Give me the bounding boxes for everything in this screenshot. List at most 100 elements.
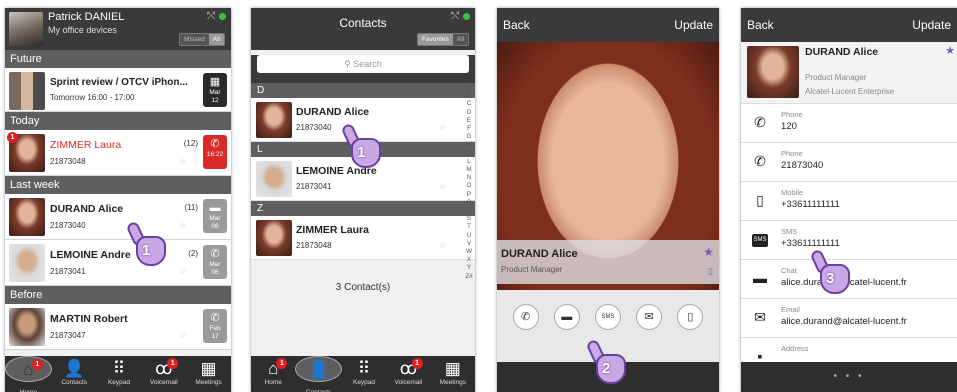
- field-value: alice.durand@alcatel-lucent.fr: [781, 316, 907, 327]
- tab-bar: ⌂Home1 👤Contacts ⠿Keypad ꝏVoicemail 1 ▦Me…: [251, 356, 475, 392]
- section-future: Future: [5, 50, 231, 68]
- mobile-button[interactable]: ▯: [677, 304, 704, 330]
- tab-home[interactable]: ⌂Home1: [5, 356, 52, 392]
- date-month: Mar: [209, 89, 221, 96]
- meeting-time: Tomorrow 16:00 - 17:00: [50, 93, 135, 102]
- field-value: +33611111111: [781, 238, 840, 249]
- field-phone[interactable]: ✆ Phone 21873040: [741, 143, 957, 182]
- call-tile[interactable]: ✆ Feb 17: [203, 309, 227, 343]
- tab-label: Meetings: [439, 379, 467, 386]
- field-phone[interactable]: ✆ Phone 120: [741, 104, 957, 143]
- alphabet-index[interactable]: ABCDEFGHIJKLMNOPQRSTUVWXYZ#: [465, 84, 473, 281]
- tab-contacts[interactable]: 👤Contacts: [295, 356, 342, 392]
- list-item[interactable]: DURAND Alice 21873040 (11) ☆ ▬ Mar 06: [5, 194, 231, 240]
- contact-name: DURAND Alice: [501, 248, 578, 260]
- tab-voicemail[interactable]: ꝏ Voicemail 1: [141, 356, 186, 392]
- favorite-icon: ☆: [179, 267, 187, 276]
- contact-number: 21873048: [296, 241, 332, 250]
- tab-keypad[interactable]: ⠿ Keypad: [97, 356, 142, 392]
- field-label: SMS: [781, 227, 798, 236]
- screen-contact-details: Back Update DURAND Alice Product Manager…: [741, 8, 957, 392]
- search-icon: ⚲: [344, 59, 351, 69]
- tab-meetings[interactable]: ▦ Meetings: [186, 356, 231, 392]
- sms-button[interactable]: SMS: [594, 304, 621, 330]
- list-item[interactable]: 1 ZIMMER Laura 21873048 (12) ☆ ✆ 16:22: [5, 130, 231, 176]
- meeting-date: ▦ Mar 12: [203, 73, 227, 107]
- favorite-icon: ☆: [439, 241, 447, 250]
- filter-all[interactable]: All: [208, 34, 224, 45]
- user-devices[interactable]: My office devices: [48, 25, 117, 35]
- update-button[interactable]: Update: [674, 18, 713, 32]
- phone-icon: ✆: [210, 138, 220, 150]
- tab-voicemail[interactable]: ꝏ Voicemail 1: [386, 356, 430, 392]
- field-email[interactable]: ✉ Email alice.durand@alcatel-lucent.fr: [741, 299, 957, 338]
- tab-label: Contacts: [61, 379, 88, 386]
- date-month: Mar: [209, 261, 221, 268]
- filter-all[interactable]: All: [452, 34, 468, 45]
- page-title: Contacts: [339, 16, 387, 30]
- contact-namebar: DURAND Alice Product Manager ★ ▯: [497, 240, 719, 284]
- tab-label: Home: [6, 380, 51, 392]
- person-icon: 👤: [308, 360, 330, 379]
- person-icon: 👤: [63, 359, 85, 378]
- field-value: +33611111111: [781, 199, 840, 210]
- screen-contacts: Contacts ⤲ Favorites All ⚲ Search D DURA…: [251, 8, 475, 392]
- missed-call-tile[interactable]: ✆ 16:22: [203, 135, 227, 169]
- list-item[interactable]: LEMOINE Andre 21873041 (2) ☆ ✆ Mar 06: [5, 240, 231, 286]
- nav-bar: Back Update: [741, 8, 957, 42]
- chat-tile[interactable]: ▬ Mar 06: [203, 199, 227, 233]
- voicemail-icon: ꝏ: [399, 359, 418, 378]
- date-day: 12: [211, 97, 219, 104]
- screen-home: Patrick DANIEL My office devices ⤲ Misse…: [5, 8, 231, 392]
- favorite-icon: ☆: [439, 123, 447, 132]
- step-number: 1: [142, 242, 151, 259]
- back-button[interactable]: Back: [503, 18, 530, 32]
- step-number: 2: [602, 360, 611, 377]
- contact-name: ZIMMER Laura: [296, 224, 369, 236]
- field-label: Phone: [781, 149, 803, 158]
- tab-contacts[interactable]: 👤Contacts: [52, 356, 97, 392]
- contact-name: DURAND Alice: [50, 203, 124, 215]
- list-item[interactable]: Sprint review / OTCV iPhon... Tomorrow 1…: [5, 68, 231, 112]
- search-input[interactable]: ⚲ Search: [257, 55, 469, 73]
- contacts-filter[interactable]: Favorites All: [417, 33, 469, 46]
- home-filter[interactable]: Missed All: [179, 33, 225, 46]
- nav-bar: Back Update: [497, 8, 719, 42]
- sms-icon: SMS: [752, 234, 768, 247]
- favorite-icon: ☆: [179, 331, 187, 340]
- step-hand-icon: 1: [125, 220, 170, 268]
- home-header: Patrick DANIEL My office devices ⤲ Misse…: [5, 8, 231, 50]
- tab-label: Voicemail: [394, 379, 423, 386]
- list-item[interactable]: MARTIN Robert 21873047 ☆ ✆ Feb 17: [5, 304, 231, 350]
- chat-button[interactable]: ▬: [553, 304, 580, 330]
- back-button[interactable]: Back: [747, 18, 774, 32]
- star-icon[interactable]: ★: [945, 44, 955, 57]
- update-button[interactable]: Update: [912, 18, 951, 32]
- phone-icon: ✆: [210, 312, 220, 324]
- filter-favorites[interactable]: Favorites: [418, 34, 453, 45]
- tab-keypad[interactable]: ⠿ Keypad: [342, 356, 386, 392]
- mobile-icon: ▯: [756, 192, 764, 208]
- field-mobile[interactable]: ▯ Mobile +33611111111: [741, 182, 957, 221]
- field-label: Mobile: [781, 188, 804, 197]
- contact-count: 3 Contact(s): [335, 282, 391, 293]
- forward-icon: ⤲: [451, 11, 459, 22]
- list-item[interactable]: ZIMMER Laura 21873048 ☆: [251, 216, 475, 260]
- contact-name: LEMOINE Andre: [50, 249, 131, 261]
- contact-photo: [256, 220, 292, 256]
- chat-icon: ▬: [561, 311, 573, 323]
- call-tile[interactable]: ✆ Mar 06: [203, 245, 227, 279]
- tab-label: Keypad: [352, 379, 376, 386]
- call-button[interactable]: ✆: [512, 304, 539, 330]
- step-hand-icon: 1: [340, 122, 385, 170]
- user-avatar[interactable]: [9, 12, 43, 46]
- email-button[interactable]: ✉: [636, 304, 663, 330]
- tab-label: Contacts: [296, 380, 340, 392]
- tab-home[interactable]: ⌂Home1: [251, 356, 295, 392]
- star-icon[interactable]: ★: [703, 245, 714, 259]
- tab-meetings[interactable]: ▦ Meetings: [431, 356, 475, 392]
- page-indicator: • • •: [741, 362, 957, 392]
- contact-number: 21873041: [296, 182, 332, 191]
- filter-missed[interactable]: Missed: [180, 34, 209, 45]
- step-number: 1: [357, 144, 366, 161]
